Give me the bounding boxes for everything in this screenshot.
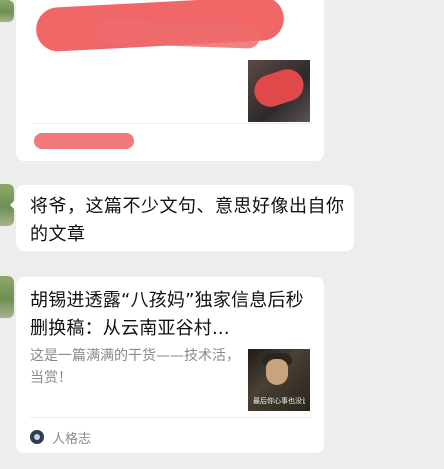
thumbnail [248, 60, 310, 122]
card-divider [32, 123, 312, 124]
account-logo-icon [30, 430, 44, 444]
text-message-bubble[interactable]: 将爷，这篇不少文句、意思好像出自你的文章 [10, 185, 354, 251]
redacted-article-card[interactable] [16, 0, 324, 161]
thumbnail-redaction [250, 65, 308, 111]
article-title: 胡锡进透露“八孩妈”独家信息后秒删换稿：从云南亚谷村... [30, 290, 304, 339]
thumbnail-caption: 最后你心事也没说出来 [253, 397, 305, 405]
article-source[interactable]: 人格志 [30, 429, 92, 447]
source-redaction [34, 133, 134, 149]
bubble-tail [10, 199, 16, 211]
avatar[interactable] [0, 0, 14, 22]
article-thumbnail: 最后你心事也没说出来 [248, 349, 310, 411]
article-card[interactable]: 胡锡进透露“八孩妈”独家信息后秒删换稿：从云南亚谷村... 这是一篇满满的干货—… [16, 277, 324, 453]
message-text: 将爷，这篇不少文句、意思好像出自你的文章 [30, 196, 345, 245]
article-description: 这是一篇满满的干货——技术活，当赏！ [30, 348, 240, 386]
card-divider [30, 417, 312, 418]
thumbnail-face [266, 359, 288, 385]
avatar[interactable] [0, 276, 14, 318]
source-name: 人格志 [52, 431, 92, 447]
